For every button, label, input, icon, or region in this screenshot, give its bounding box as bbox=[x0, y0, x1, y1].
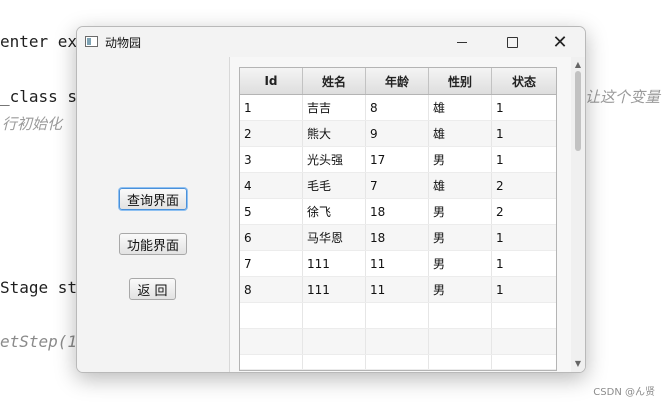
code-line: enter ex bbox=[0, 32, 78, 51]
code-line: _class s bbox=[0, 87, 78, 106]
column-header-age[interactable]: 年龄 bbox=[366, 68, 429, 94]
cell-name: 徐飞 bbox=[303, 199, 366, 224]
app-icon bbox=[85, 36, 98, 47]
cell-status: 1 bbox=[496, 152, 504, 167]
cell-gender: 男 bbox=[429, 147, 492, 172]
cell-age: 18 bbox=[366, 225, 429, 250]
left-panel: 查询界面 功能界面 返 回 bbox=[77, 57, 229, 372]
cell-age: 18 bbox=[366, 199, 429, 224]
cell-id: 8 bbox=[240, 277, 303, 302]
code-line: Stage st bbox=[0, 278, 78, 297]
table-panel: Id 姓名 年龄 性别 状态 1 吉吉 8 雄 1 2 熊大 9 雄 1 3 光… bbox=[229, 57, 585, 372]
query-view-button[interactable]: 查询界面 bbox=[119, 188, 187, 210]
vertical-scrollbar[interactable]: ▲ ▼ bbox=[571, 57, 585, 372]
column-header-name[interactable]: 姓名 bbox=[303, 68, 366, 94]
empty-row bbox=[240, 303, 556, 329]
cell-name: 111 bbox=[303, 277, 366, 302]
cell-status: 1 bbox=[496, 230, 504, 245]
cell-gender: 男 bbox=[429, 225, 492, 250]
cell-id: 1 bbox=[240, 95, 303, 120]
watermark: CSDN @ん贤 bbox=[593, 387, 655, 398]
close-icon: ✕ bbox=[552, 31, 568, 53]
code-comment: 让这个变量 bbox=[585, 88, 661, 106]
cell-status: 1 bbox=[496, 256, 504, 271]
cell-age: 8 bbox=[366, 95, 429, 120]
table-row[interactable]: 4 毛毛 7 雄 2 bbox=[240, 173, 556, 199]
column-header-gender[interactable]: 性别 bbox=[429, 68, 492, 94]
cell-age: 11 bbox=[366, 277, 429, 302]
empty-row bbox=[240, 329, 556, 355]
cell-age: 9 bbox=[366, 121, 429, 146]
table-row[interactable]: 6 马华恩 18 男 1 bbox=[240, 225, 556, 251]
cell-gender: 男 bbox=[429, 277, 492, 302]
cell-status: 1 bbox=[496, 126, 504, 141]
empty-row bbox=[240, 355, 556, 370]
cell-gender: 男 bbox=[429, 199, 492, 224]
cell-id: 5 bbox=[240, 199, 303, 224]
minimize-icon bbox=[457, 41, 467, 43]
scroll-up-arrow-icon[interactable]: ▲ bbox=[573, 61, 583, 69]
minimize-button[interactable] bbox=[439, 27, 485, 57]
cell-age: 11 bbox=[366, 251, 429, 276]
column-header-status[interactable]: 状态 bbox=[492, 68, 556, 94]
cell-gender: 雄 bbox=[429, 173, 492, 198]
window-title: 动物园 bbox=[105, 36, 142, 50]
animals-table[interactable]: Id 姓名 年龄 性别 状态 1 吉吉 8 雄 1 2 熊大 9 雄 1 3 光… bbox=[239, 67, 557, 371]
table-header: Id 姓名 年龄 性别 状态 bbox=[240, 68, 556, 95]
cell-id: 6 bbox=[240, 225, 303, 250]
cell-name: 吉吉 bbox=[303, 95, 366, 120]
cell-age: 7 bbox=[366, 173, 429, 198]
cell-gender: 雄 bbox=[429, 121, 492, 146]
code-comment: 行初始化 bbox=[2, 115, 63, 133]
table-row[interactable]: 1 吉吉 8 雄 1 bbox=[240, 95, 556, 121]
cell-gender: 雄 bbox=[429, 95, 492, 120]
cell-age: 17 bbox=[366, 147, 429, 172]
cell-id: 3 bbox=[240, 147, 303, 172]
table-row[interactable]: 7 111 11 男 1 bbox=[240, 251, 556, 277]
table-row[interactable]: 3 光头强 17 男 1 bbox=[240, 147, 556, 173]
cell-name: 熊大 bbox=[303, 121, 366, 146]
table-row[interactable]: 8 111 11 男 1 bbox=[240, 277, 556, 303]
cell-status: 2 bbox=[496, 204, 504, 219]
app-window: 动物园 ✕ 查询界面 功能界面 返 回 Id 姓名 年龄 性别 状态 1 吉吉 … bbox=[76, 26, 586, 373]
code-line: etStep(1 bbox=[0, 332, 78, 351]
table-row[interactable]: 5 徐飞 18 男 2 bbox=[240, 199, 556, 225]
back-button[interactable]: 返 回 bbox=[129, 278, 176, 300]
cell-id: 7 bbox=[240, 251, 303, 276]
cell-status: 2 bbox=[496, 178, 504, 193]
cell-name: 光头强 bbox=[303, 147, 366, 172]
cell-id: 4 bbox=[240, 173, 303, 198]
title-bar[interactable]: 动物园 ✕ bbox=[77, 27, 585, 57]
cell-gender: 男 bbox=[429, 251, 492, 276]
close-button[interactable]: ✕ bbox=[537, 27, 583, 57]
table-row[interactable]: 2 熊大 9 雄 1 bbox=[240, 121, 556, 147]
function-view-button[interactable]: 功能界面 bbox=[119, 233, 187, 255]
column-header-id[interactable]: Id bbox=[240, 68, 303, 94]
scroll-down-arrow-icon[interactable]: ▼ bbox=[573, 360, 583, 368]
cell-name: 毛毛 bbox=[303, 173, 366, 198]
scroll-thumb[interactable] bbox=[575, 71, 581, 151]
cell-name: 111 bbox=[303, 251, 366, 276]
cell-id: 2 bbox=[240, 121, 303, 146]
cell-status: 1 bbox=[496, 100, 504, 115]
cell-status: 1 bbox=[496, 282, 504, 297]
cell-name: 马华恩 bbox=[303, 225, 366, 250]
maximize-icon bbox=[506, 36, 518, 48]
maximize-button[interactable] bbox=[489, 27, 535, 57]
